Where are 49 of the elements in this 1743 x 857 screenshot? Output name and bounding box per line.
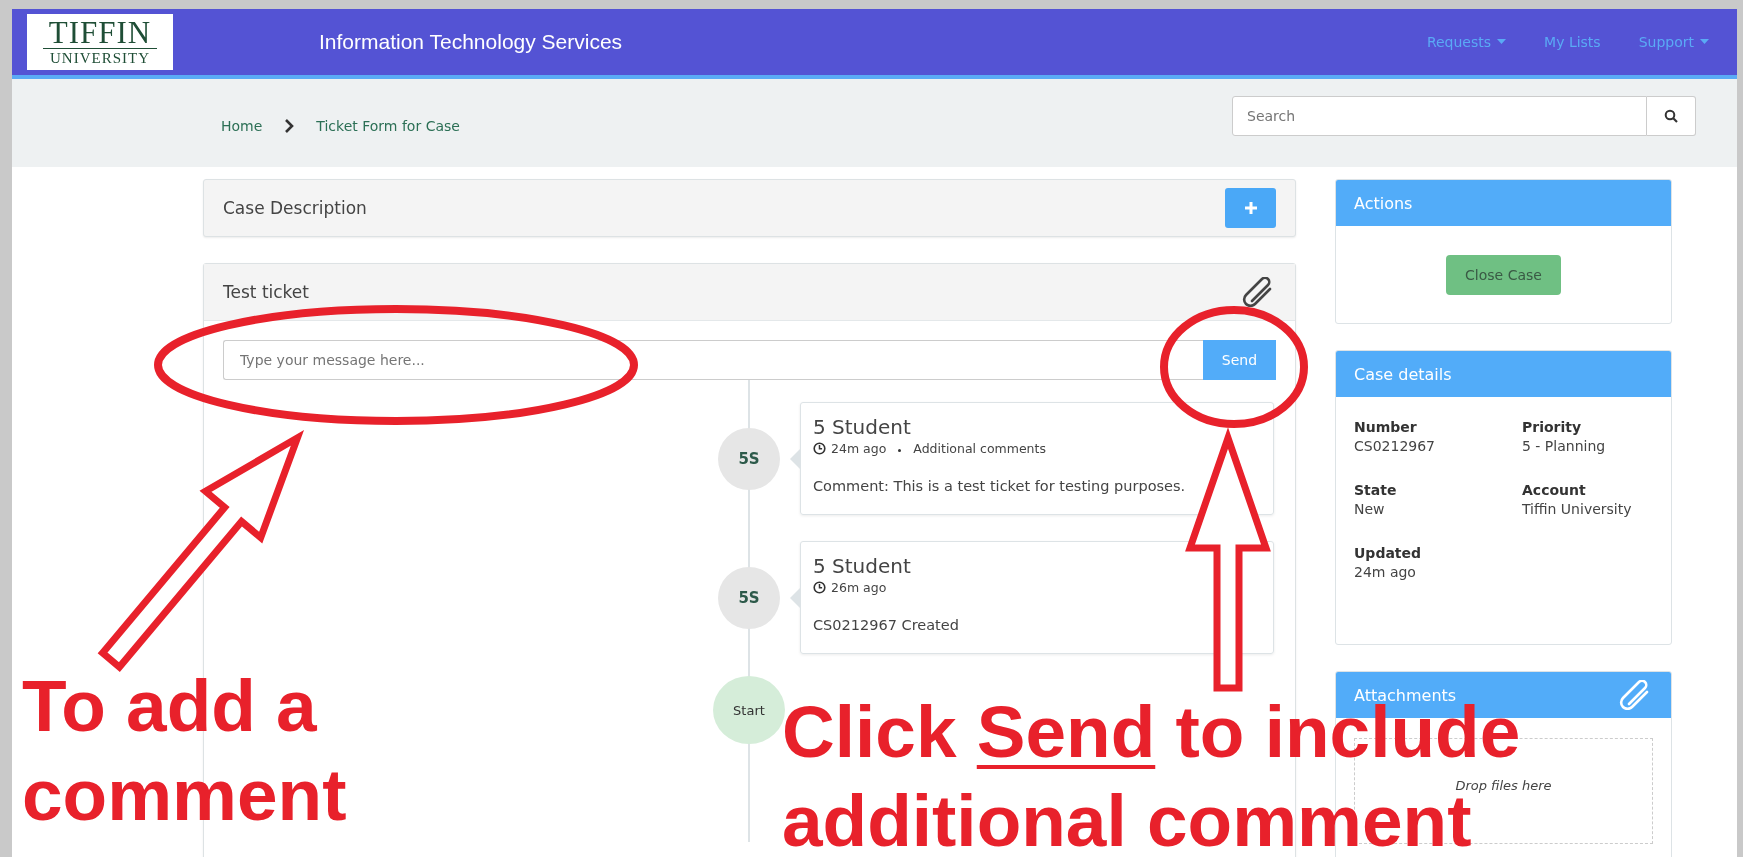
message-input[interactable]: Type your message here... bbox=[223, 340, 1203, 380]
panel-title: Case details bbox=[1354, 364, 1452, 384]
logo[interactable]: TIFFIN UNIVERSITY bbox=[27, 14, 173, 70]
activity-text: Comment: This is a test ticket for testing purposes. bbox=[813, 478, 1187, 494]
author-name: 5 Student bbox=[813, 415, 912, 439]
send-button[interactable]: Send bbox=[1203, 340, 1276, 380]
field-value: Tiffin University bbox=[1522, 501, 1633, 517]
annotation-text: To add a bbox=[22, 678, 317, 734]
annotation-text: comment bbox=[22, 767, 347, 823]
plus-icon bbox=[1242, 200, 1259, 216]
field-value: CS0212967 bbox=[1354, 438, 1436, 454]
panel-title: Case Description bbox=[223, 198, 367, 218]
chevron-icon bbox=[284, 119, 295, 133]
nav-link[interactable]: Support bbox=[1638, 34, 1709, 50]
breadcrumb-link[interactable]: Ticket Form for Case bbox=[316, 118, 460, 134]
field-value: 24m ago bbox=[1354, 564, 1417, 580]
search-icon bbox=[1664, 109, 1678, 123]
author-name: 5 Student bbox=[813, 554, 912, 578]
nav-link[interactable]: My Lists bbox=[1544, 34, 1601, 50]
field-value: 5 - Planning bbox=[1522, 438, 1607, 454]
add-button[interactable] bbox=[1225, 188, 1276, 228]
avatar: 5S bbox=[718, 566, 780, 629]
clock-icon bbox=[813, 581, 826, 594]
timestamp: 26m ago bbox=[831, 580, 887, 595]
panel-title: Actions bbox=[1354, 193, 1413, 213]
drop-files-hint: Drop files here bbox=[1455, 777, 1552, 793]
app-title: Information Technology Services bbox=[319, 30, 623, 54]
nav-link[interactable]: Requests bbox=[1426, 34, 1507, 50]
field-label: Updated bbox=[1354, 545, 1423, 561]
panel-title: Test ticket bbox=[223, 282, 309, 302]
field-label: Number bbox=[1354, 419, 1418, 435]
close-case-button[interactable]: Close Case bbox=[1446, 254, 1561, 295]
activity-text: CS0212967 Created bbox=[813, 617, 960, 633]
caret-icon bbox=[1497, 39, 1507, 45]
annotation-text: additional comment bbox=[782, 793, 1472, 849]
activity-type: Additional comments bbox=[913, 441, 1046, 456]
search-button[interactable] bbox=[1647, 96, 1696, 136]
breadcrumb-link[interactable]: Home bbox=[221, 118, 263, 134]
caret-icon bbox=[1700, 39, 1709, 45]
timestamp: 24m ago bbox=[831, 441, 887, 456]
separator-dot bbox=[898, 449, 902, 452]
start-marker: Start bbox=[713, 676, 785, 744]
field-label: State bbox=[1354, 482, 1398, 498]
search-field[interactable]: Search bbox=[1232, 96, 1647, 136]
clock-icon bbox=[813, 442, 826, 455]
field-label: Account bbox=[1522, 482, 1587, 498]
field-value: New bbox=[1354, 501, 1386, 517]
avatar: 5S bbox=[718, 427, 780, 490]
field-label: Priority bbox=[1522, 419, 1583, 435]
